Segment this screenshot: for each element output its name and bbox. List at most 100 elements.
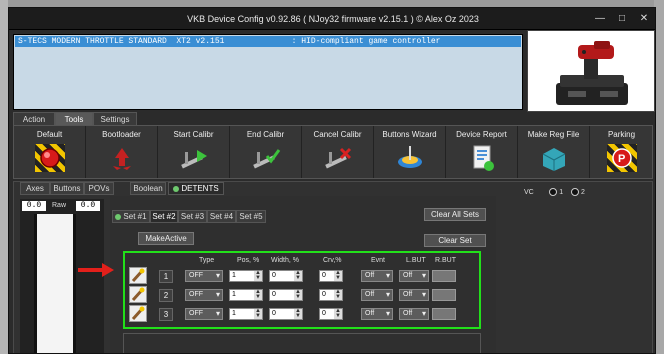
- set-1-active-dot-icon: [115, 213, 122, 220]
- tab-axes[interactable]: Axes: [20, 182, 50, 195]
- device-list-item[interactable]: S-TECS MODERN THROTTLE STANDARD XT2 v2.1…: [15, 36, 521, 47]
- tab-povs[interactable]: POVs: [84, 182, 114, 195]
- rbut-field[interactable]: [432, 270, 456, 282]
- cancel-calibr-button[interactable]: Cancel Calibr: [302, 126, 374, 178]
- row-number: 2: [159, 289, 173, 302]
- throttle-image-icon: [528, 31, 654, 111]
- table-row: 1 OFF 1 ▲▼ 0 ▲▼ 0 ▲▼ Off Off: [125, 267, 479, 285]
- tools-toolbar: Default Bootloader Start Calibr End Cali…: [13, 125, 653, 179]
- spinner-arrows-icon[interactable]: ▲ ▼: [254, 308, 262, 319]
- close-button[interactable]: ✕: [633, 11, 655, 26]
- desktop-background: [0, 0, 8, 354]
- axis-right-value: 0.0: [76, 201, 100, 211]
- rbut-field[interactable]: [432, 289, 456, 301]
- tab-tools[interactable]: Tools: [55, 112, 93, 126]
- width-spinner[interactable]: 0 ▲ ▼: [269, 308, 303, 320]
- crv-spinner[interactable]: 0 ▲ ▼: [319, 308, 343, 320]
- rbut-field[interactable]: [432, 308, 456, 320]
- tab-boolean[interactable]: Boolean: [130, 182, 166, 195]
- spinner-arrows-icon[interactable]: ▲ ▼: [334, 308, 342, 319]
- make-reg-file-button[interactable]: Make Reg File: [518, 126, 590, 178]
- tab-set-4[interactable]: Set #4: [207, 210, 236, 223]
- clear-set-button[interactable]: Clear Set: [424, 234, 486, 247]
- parking-button[interactable]: Parking P: [590, 126, 653, 178]
- tab-set-1[interactable]: Set #1: [112, 210, 150, 223]
- make-reg-file-label: Make Reg File: [527, 130, 580, 139]
- spinner-arrows-icon[interactable]: ▲ ▼: [254, 270, 262, 281]
- spinner-arrows-icon[interactable]: ▲ ▼: [294, 270, 302, 281]
- bootloader-label: Bootloader: [102, 130, 141, 139]
- tab-settings[interactable]: Settings: [93, 112, 137, 126]
- width-spinner[interactable]: 0 ▲ ▼: [269, 289, 303, 301]
- spinner-arrows-icon[interactable]: ▲ ▼: [334, 270, 342, 281]
- red-arrow-icon: [78, 263, 114, 277]
- spinner-arrows-icon[interactable]: ▲ ▼: [254, 289, 262, 300]
- caliper-play-icon: [179, 144, 209, 172]
- spinner-arrows-icon[interactable]: ▲ ▼: [294, 308, 302, 319]
- start-calibr-button[interactable]: Start Calibr: [158, 126, 230, 178]
- device-list[interactable]: S-TECS MODERN THROTTLE STANDARD XT2 v2.1…: [13, 34, 523, 110]
- caliper-check-icon: [251, 144, 281, 172]
- header-pos: Pos, %: [237, 257, 260, 264]
- detent-lever-icon[interactable]: [129, 286, 147, 303]
- active-dot-icon: [173, 185, 180, 192]
- crv-spinner[interactable]: 0 ▲ ▼: [319, 289, 343, 301]
- lbut-select[interactable]: Off: [399, 308, 429, 320]
- vc-radio-1[interactable]: [549, 188, 558, 196]
- detents-table: Type Pos, % Width, % Crv,% Evnt L.BUT R.…: [123, 251, 481, 329]
- start-calibr-label: Start Calibr: [173, 130, 214, 139]
- tab-action[interactable]: Action: [13, 112, 55, 126]
- window-title: VKB Device Config v0.92.86 ( NJoy32 firm…: [187, 14, 479, 24]
- table-row: 2 OFF 1 ▲▼ 0 ▲▼ 0 ▲▼ Off Off: [125, 286, 479, 304]
- header-evnt: Evnt: [371, 257, 386, 264]
- type-select[interactable]: OFF: [185, 289, 223, 301]
- width-spinner[interactable]: 0 ▲ ▼: [269, 270, 303, 282]
- width-value: 0: [272, 310, 276, 317]
- buttons-wizard-button[interactable]: Buttons Wizard: [374, 126, 446, 178]
- lbut-select[interactable]: Off: [399, 289, 429, 301]
- default-button[interactable]: Default: [14, 126, 86, 178]
- detent-lever-icon[interactable]: [129, 267, 147, 284]
- spinner-arrows-icon[interactable]: ▲ ▼: [294, 289, 302, 300]
- pos-spinner[interactable]: 1 ▲ ▼: [229, 308, 263, 320]
- buttons-wizard-label: Buttons Wizard: [382, 130, 437, 139]
- reg-file-icon: [539, 144, 569, 172]
- width-value: 0: [272, 291, 276, 298]
- wizard-icon: [395, 144, 425, 172]
- type-select[interactable]: OFF: [185, 308, 223, 320]
- spinner-arrows-icon[interactable]: ▲ ▼: [334, 289, 342, 300]
- red-button-icon: [34, 144, 65, 172]
- raw-label: Raw: [52, 202, 67, 209]
- vc-option-1: 1: [559, 188, 564, 196]
- minimize-button[interactable]: —: [589, 11, 611, 26]
- detent-lever-icon[interactable]: [129, 305, 147, 322]
- maximize-button[interactable]: □: [611, 11, 633, 26]
- tab-set-2[interactable]: Set #2: [150, 210, 178, 223]
- tab-set-3[interactable]: Set #3: [178, 210, 207, 223]
- tab-buttons[interactable]: Buttons: [50, 182, 84, 195]
- tab-set-5[interactable]: Set #5: [236, 210, 266, 223]
- device-report-label: Device Report: [456, 130, 507, 139]
- pos-spinner[interactable]: 1 ▲ ▼: [229, 270, 263, 282]
- pos-spinner[interactable]: 1 ▲ ▼: [229, 289, 263, 301]
- vc-radio-2[interactable]: [570, 188, 579, 196]
- evnt-select[interactable]: Off: [361, 270, 393, 282]
- device-report-button[interactable]: Device Report: [446, 126, 518, 178]
- clear-all-sets-button[interactable]: Clear All Sets: [424, 208, 486, 221]
- tab-detents[interactable]: DETENTS: [168, 182, 224, 195]
- row-number: 1: [159, 270, 173, 283]
- crv-spinner[interactable]: 0 ▲ ▼: [319, 270, 343, 282]
- end-calibr-button[interactable]: End Calibr: [230, 126, 302, 178]
- evnt-select[interactable]: Off: [361, 289, 393, 301]
- evnt-select[interactable]: Off: [361, 308, 393, 320]
- device-image: [527, 30, 655, 112]
- header-width: Width, %: [271, 257, 300, 264]
- header-type: Type: [199, 257, 215, 264]
- header-crv: Crv,%: [323, 257, 342, 264]
- header-rbut: R.BUT: [435, 257, 456, 264]
- parking-label: Parking: [607, 130, 636, 139]
- lbut-select[interactable]: Off: [399, 270, 429, 282]
- type-select[interactable]: OFF: [185, 270, 223, 282]
- make-active-button[interactable]: MakeActive: [138, 232, 194, 245]
- bootloader-button[interactable]: Bootloader: [86, 126, 158, 178]
